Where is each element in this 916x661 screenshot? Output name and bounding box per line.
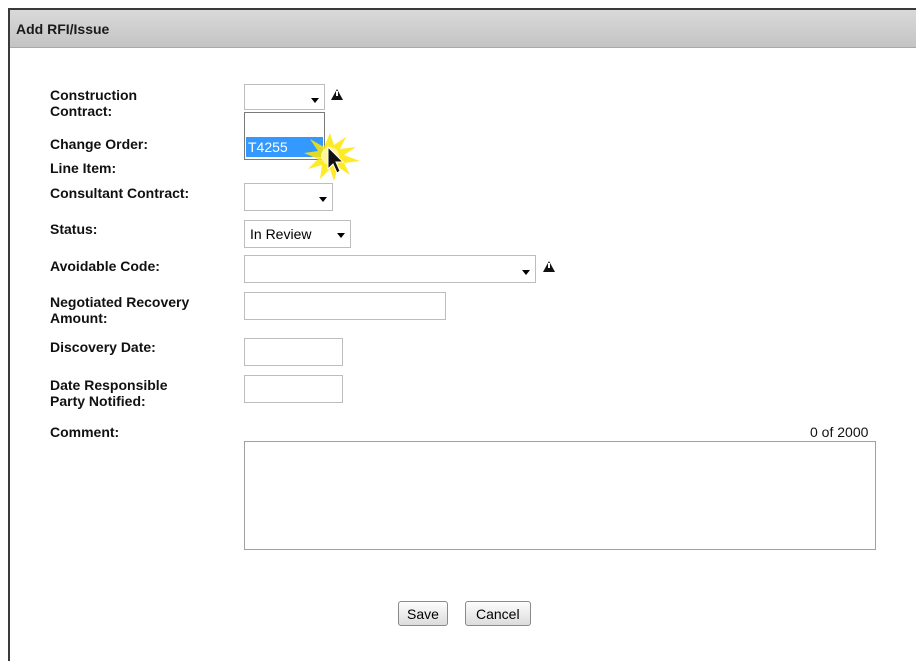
mouse-pointer-icon	[304, 133, 360, 181]
negotiated-recovery-label-line2: Amount:	[50, 310, 108, 326]
comment-label: Comment:	[50, 424, 120, 440]
consultant-contract-label: Consultant Contract:	[50, 185, 190, 201]
construction-contract-label: Construction Contract:	[50, 87, 137, 119]
status-value: In Review	[250, 226, 312, 242]
status-label: Status:	[50, 221, 98, 237]
cancel-button[interactable]: Cancel	[465, 601, 531, 626]
dialog-title: Add RFI/Issue	[16, 21, 110, 37]
add-rfi-issue-dialog: Add RFI/Issue	[8, 8, 916, 661]
date-responsible-label-line2: Party Notified:	[50, 393, 146, 409]
chevron-down-icon	[311, 98, 319, 103]
save-button[interactable]: Save	[398, 601, 448, 626]
construction-contract-label-line2: Contract:	[50, 103, 113, 119]
warning-triangle-icon	[543, 261, 555, 272]
avoidable-code-select[interactable]	[244, 255, 536, 283]
chevron-down-icon	[337, 233, 345, 238]
construction-contract-label-line1: Construction	[50, 87, 138, 103]
status-select[interactable]: In Review	[244, 220, 351, 248]
chevron-down-icon	[319, 197, 327, 202]
construction-contract-select[interactable]	[244, 84, 325, 110]
date-responsible-label-line1: Date Responsible	[50, 377, 168, 393]
change-order-label: Change Order:	[50, 136, 149, 152]
comment-textarea[interactable]	[244, 441, 876, 550]
line-item-label: Line Item:	[50, 160, 117, 176]
date-responsible-party-notified-label: Date Responsible Party Notified:	[50, 377, 167, 409]
consultant-contract-select[interactable]	[244, 183, 333, 211]
negotiated-recovery-amount-input[interactable]	[244, 292, 446, 320]
avoidable-code-label: Avoidable Code:	[50, 258, 160, 274]
date-responsible-party-notified-input[interactable]	[244, 375, 343, 403]
discovery-date-input[interactable]	[244, 338, 343, 366]
discovery-date-label: Discovery Date:	[50, 339, 156, 355]
comment-character-counter: 0 of 2000	[810, 424, 869, 440]
negotiated-recovery-amount-label: Negotiated Recovery Amount:	[50, 294, 189, 326]
chevron-down-icon	[522, 270, 530, 275]
dialog-titlebar: Add RFI/Issue	[10, 10, 916, 48]
warning-triangle-icon	[331, 89, 343, 100]
negotiated-recovery-label-line1: Negotiated Recovery	[50, 294, 190, 310]
